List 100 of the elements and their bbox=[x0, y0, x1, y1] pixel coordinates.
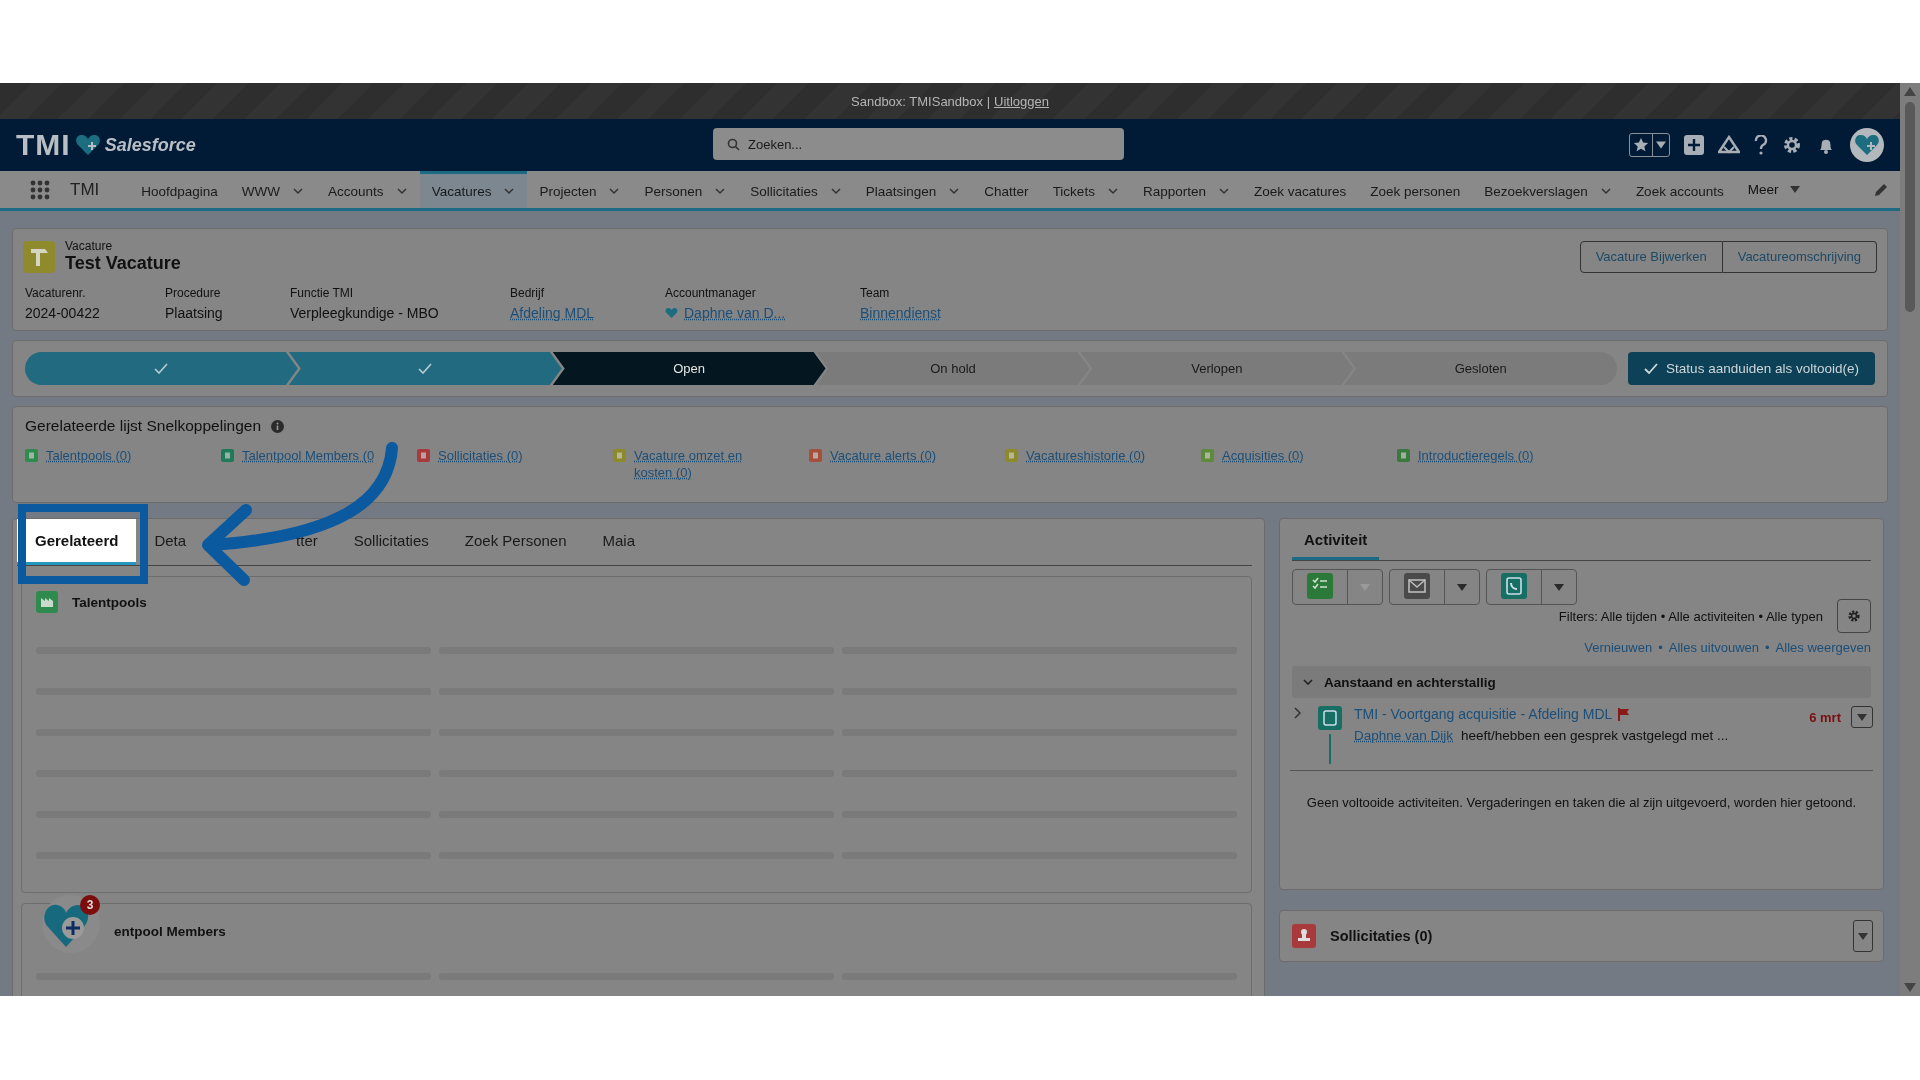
tab[interactable]: Zoek Personen bbox=[446, 519, 585, 565]
action-button[interactable]: Vacatureomschrijving bbox=[1722, 240, 1877, 273]
nav-tab[interactable]: Vacatures bbox=[419, 171, 528, 208]
nav-tab[interactable]: Projecten bbox=[527, 171, 633, 208]
info-icon bbox=[271, 419, 285, 433]
chevron-down-icon[interactable] bbox=[714, 185, 727, 197]
path-stage[interactable]: Gesloten bbox=[1344, 352, 1618, 385]
tab[interactable]: tter bbox=[278, 519, 336, 565]
section-header[interactable]: Aanstaand en achterstallig bbox=[1292, 666, 1871, 698]
nav-tab[interactable]: Zoek accounts bbox=[1623, 171, 1736, 208]
nav-tab[interactable]: WWW bbox=[229, 171, 317, 208]
split-button[interactable] bbox=[1292, 569, 1383, 605]
settings-icon[interactable] bbox=[1782, 135, 1802, 155]
scroll-down-icon[interactable] bbox=[1904, 983, 1916, 992]
caret-icon[interactable] bbox=[1554, 583, 1564, 591]
caret-icon[interactable] bbox=[1857, 713, 1867, 721]
field-label: Team bbox=[860, 286, 891, 300]
more-tab[interactable]: Meer bbox=[1735, 171, 1813, 208]
activity-title-link[interactable]: TMI - Voortgang acquisitie - Afdeling MDL bbox=[1354, 706, 1613, 722]
scroll-up-icon[interactable] bbox=[1904, 87, 1916, 96]
person-link[interactable]: Daphne van Dijk bbox=[1354, 728, 1454, 743]
activity-link[interactable]: Alles uitvouwen bbox=[1668, 640, 1760, 655]
row-menu-button[interactable] bbox=[1853, 920, 1873, 952]
checklist-icon[interactable] bbox=[1307, 572, 1333, 599]
field-label: Functie TMI bbox=[290, 286, 355, 300]
action-button[interactable]: Vacature Bijwerken bbox=[1579, 240, 1723, 273]
chevron-down-icon[interactable] bbox=[948, 185, 961, 197]
nav-tab[interactable]: Personen bbox=[632, 171, 739, 208]
nav-tab[interactable]: Rapporten bbox=[1130, 171, 1242, 208]
caret-icon[interactable] bbox=[1858, 932, 1868, 940]
chevron-down-icon[interactable] bbox=[1599, 185, 1612, 197]
related-list-title: Sollicitaties (0) bbox=[1330, 928, 1433, 944]
mountain-icon[interactable] bbox=[1718, 135, 1740, 155]
nav-tab[interactable]: Zoek vacatures bbox=[1241, 171, 1359, 208]
path-stage[interactable]: Open bbox=[552, 352, 826, 385]
related-list-link[interactable]: Introductieregels (0) bbox=[1418, 447, 1534, 464]
tab[interactable]: Gerelateerd bbox=[17, 519, 137, 565]
related-list-link[interactable]: Talentpool Members (0 bbox=[242, 447, 375, 464]
nav-tab[interactable]: Sollicitaties bbox=[738, 171, 854, 208]
settings-icon bbox=[1847, 609, 1861, 623]
related-list-link[interactable]: Vacatureshistorie (0) bbox=[1026, 447, 1145, 464]
hammer-icon bbox=[23, 240, 55, 273]
filter-settings-button[interactable] bbox=[1837, 599, 1871, 633]
phone-timeline-icon bbox=[1318, 706, 1342, 764]
pencil-icon[interactable] bbox=[1874, 182, 1888, 197]
favorites-button[interactable] bbox=[1629, 133, 1670, 157]
related-list-link[interactable]: Sollicitaties (0) bbox=[438, 447, 523, 464]
activity-link[interactable]: Alles weergeven bbox=[1775, 640, 1871, 655]
chevron-right-icon[interactable] bbox=[1292, 706, 1304, 720]
related-list-link[interactable]: Acquisities (0) bbox=[1222, 447, 1304, 464]
stamp-icon bbox=[1292, 924, 1316, 948]
chevron-down-icon[interactable] bbox=[1106, 185, 1119, 197]
chevron-down-icon[interactable] bbox=[1217, 185, 1230, 197]
environment-label: Sandbox: TMISandbox | bbox=[851, 93, 991, 109]
chevron-down-icon[interactable] bbox=[395, 185, 408, 197]
split-button[interactable] bbox=[1486, 569, 1577, 605]
field-label: Bedrijf bbox=[510, 286, 545, 300]
nav-tab[interactable]: Bezoekverslagen bbox=[1472, 171, 1624, 208]
path-stage[interactable]: On hold bbox=[816, 352, 1090, 385]
user-avatar[interactable] bbox=[1850, 128, 1884, 162]
tab[interactable]: Sollicitaties bbox=[335, 519, 447, 565]
related-list-link[interactable]: Talentpools (0) bbox=[46, 447, 132, 464]
chevron-down-icon[interactable] bbox=[503, 185, 516, 197]
nav-tab[interactable]: Zoek personen bbox=[1358, 171, 1473, 208]
row-menu-button[interactable] bbox=[1851, 706, 1873, 728]
activity-tab[interactable]: Activiteit bbox=[1292, 519, 1380, 560]
field-value: Plaatsing bbox=[165, 305, 223, 321]
help-icon[interactable] bbox=[1754, 135, 1768, 155]
check-icon bbox=[1644, 363, 1659, 374]
user-link[interactable]: Daphne van D... bbox=[684, 305, 786, 321]
nav-tab[interactable]: Accounts bbox=[316, 171, 420, 208]
tab[interactable]: Maia bbox=[584, 519, 654, 565]
chevron-down-icon[interactable] bbox=[608, 185, 621, 197]
related-list-link[interactable]: Vacature alerts (0) bbox=[830, 447, 936, 464]
chevron-down-icon[interactable] bbox=[829, 185, 842, 197]
caret-icon[interactable] bbox=[1457, 583, 1467, 591]
field-value: 2024-00422 bbox=[25, 305, 100, 321]
app-launcher-icon[interactable] bbox=[30, 179, 50, 200]
nav-tab[interactable]: Tickets bbox=[1040, 171, 1131, 208]
chevron-down-icon[interactable] bbox=[292, 185, 305, 197]
caret-icon[interactable] bbox=[1790, 186, 1801, 193]
filters-text: Filters: Alle tijden • Alle activiteiten • Alle typen bbox=[1558, 608, 1823, 624]
path-stage[interactable]: Verlopen bbox=[1080, 352, 1354, 385]
nav-tab[interactable]: Chatter bbox=[972, 171, 1041, 208]
nav-tab[interactable]: Hoofdpagina bbox=[129, 171, 230, 208]
related-list-title: Talentpools bbox=[72, 594, 147, 610]
phone-icon[interactable] bbox=[1501, 572, 1527, 599]
field-link[interactable]: Binnendienst bbox=[860, 305, 941, 321]
app-name: TMI bbox=[70, 179, 100, 200]
related-list-link[interactable]: Vacature omzet en kosten (0) bbox=[634, 447, 754, 481]
nav-tab[interactable]: Plaatsingen bbox=[853, 171, 973, 208]
logout-link[interactable]: Uitloggen bbox=[994, 93, 1049, 109]
scrollbar-thumb[interactable] bbox=[1905, 102, 1915, 312]
split-button[interactable] bbox=[1389, 569, 1480, 605]
tab[interactable]: Deta bbox=[136, 519, 279, 565]
mark-status-button[interactable]: Status aanduiden als voltooid(e) bbox=[1628, 352, 1875, 385]
separator-dot: • bbox=[1765, 640, 1770, 655]
search-field[interactable]: Zoeken... bbox=[713, 128, 1124, 160]
envelope-icon[interactable] bbox=[1404, 572, 1430, 599]
add-icon[interactable] bbox=[1684, 135, 1704, 155]
